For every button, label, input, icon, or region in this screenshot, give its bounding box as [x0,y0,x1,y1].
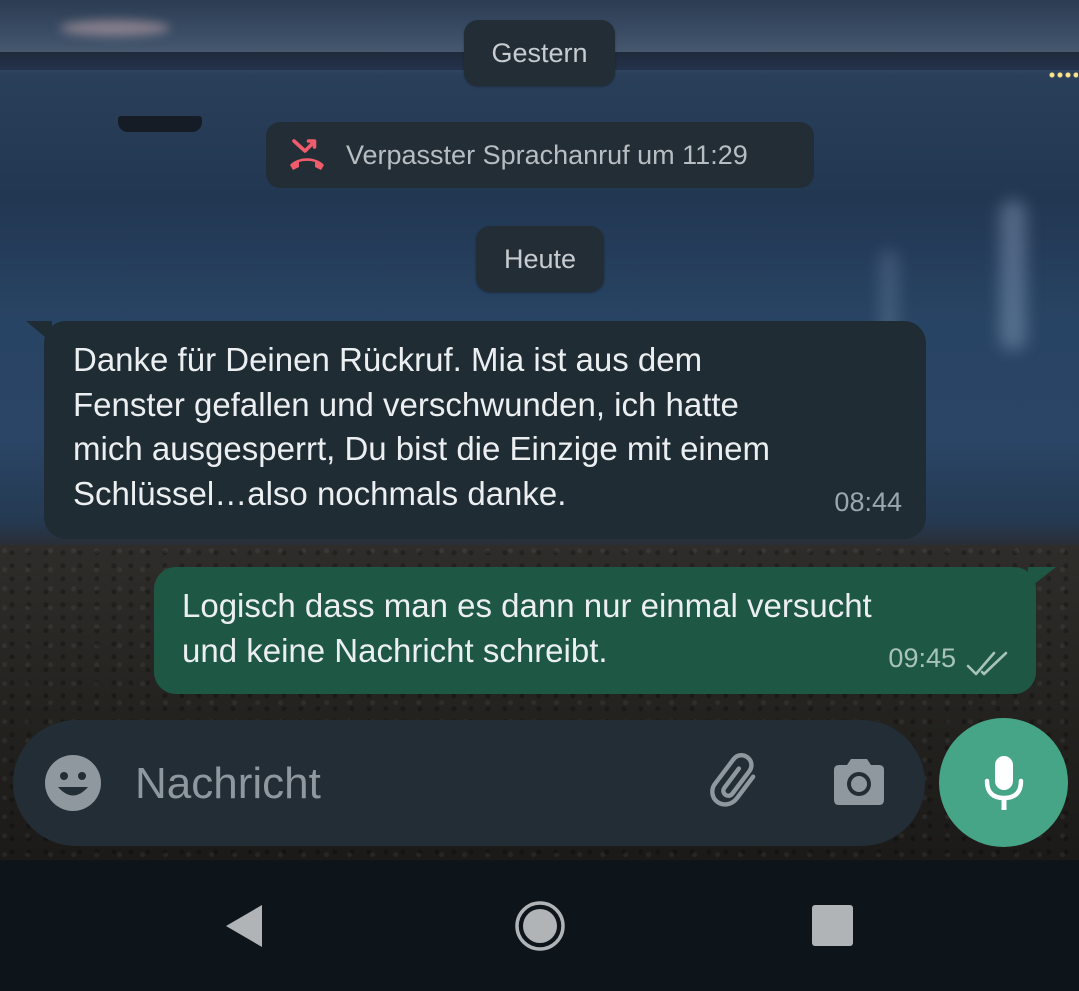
date-separator-today: Heute [476,226,604,292]
wallpaper-reflection [1000,200,1026,350]
camera-icon[interactable] [830,756,888,808]
missed-call-icon [290,139,324,170]
emoji-icon[interactable] [44,754,102,812]
incoming-message[interactable]: Danke für Deinen Rückruf. Mia ist aus de… [26,321,926,539]
home-icon[interactable] [514,900,566,952]
date-separator-yesterday: Gestern [464,20,615,86]
outgoing-message[interactable]: Logisch dass man es dann nur einmal vers… [154,567,1056,694]
attach-icon[interactable] [706,753,768,815]
date-separator-label: Gestern [491,37,588,68]
wallpaper-boat [118,116,202,132]
message-input[interactable] [133,750,657,818]
message-time: 08:44 [834,486,902,517]
message-composer [13,720,925,846]
recents-icon[interactable] [812,905,853,946]
back-icon[interactable] [224,903,264,949]
voice-record-button[interactable] [939,718,1068,847]
wallpaper-sky-glow [60,20,170,36]
message-text: Logisch dass man es dann nur einmal vers… [182,587,872,669]
message-text: Danke für Deinen Rückruf. Mia ist aus de… [73,341,770,512]
message-time: 09:45 [888,642,956,673]
date-separator-label: Heute [503,243,577,274]
double-check-icon [966,651,1008,676]
wallpaper-shore-lights [1048,72,1078,78]
missed-call-label: Verpasster Sprachanruf um 11:29 [346,139,748,170]
mic-icon [984,755,1023,810]
missed-call-notice[interactable]: Verpasster Sprachanruf um 11:29 [266,122,814,188]
